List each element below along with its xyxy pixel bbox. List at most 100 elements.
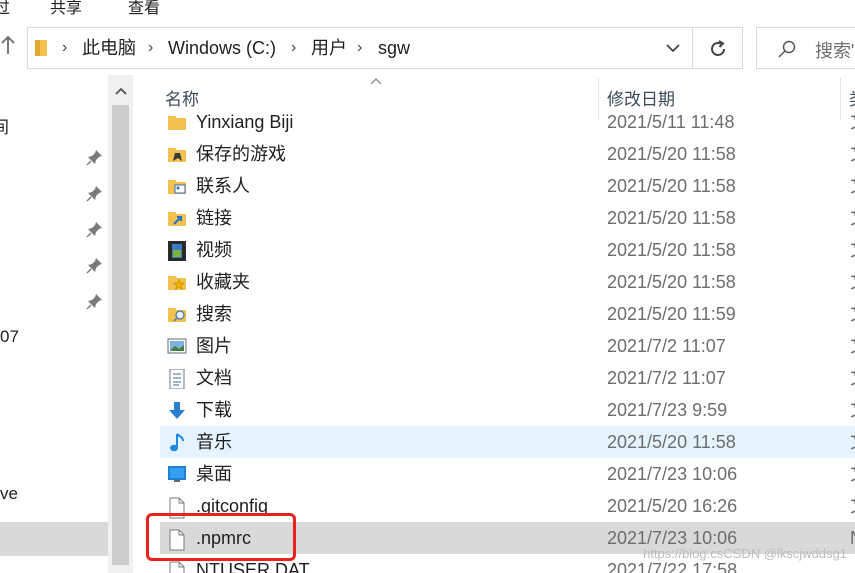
downloads-folder-icon (167, 401, 187, 419)
file-name: Yinxiang Biji (196, 112, 294, 132)
file-date: 2021/5/20 11:58 (607, 272, 736, 292)
contacts-folder-icon (167, 177, 187, 195)
music-folder-icon (167, 433, 187, 452)
sort-ascending-icon (370, 74, 382, 88)
refresh-icon (708, 39, 728, 64)
pin-icon[interactable] (86, 292, 104, 310)
file-list: Yinxiang Biji 2021/5/11 11:48 文 保存的游戏 20… (160, 112, 855, 573)
file-date: 2021/7/23 10:06 (607, 464, 738, 484)
file-name: 视频 (196, 240, 232, 260)
file-name: 保存的游戏 (196, 144, 286, 164)
file-date: 2021/5/20 11:58 (607, 176, 736, 196)
file-date: 2021/5/20 11:58 (607, 432, 736, 452)
links-folder-icon (167, 209, 187, 227)
searches-folder-icon (167, 305, 187, 323)
breadcrumb-users[interactable]: 用户 (311, 28, 347, 68)
chevron-right-icon[interactable]: › (357, 28, 362, 68)
column-header-date[interactable]: 修改日期 (607, 85, 675, 115)
file-name: 联系人 (196, 176, 250, 196)
file-name: 收藏夹 (196, 272, 250, 292)
file-row[interactable]: 视频 2021/5/20 11:58 文 (160, 234, 855, 266)
file-row-hover[interactable]: 音乐 2021/5/20 11:58 文 (160, 426, 855, 458)
file-row[interactable]: 搜索 2021/5/20 11:59 文 (160, 298, 855, 330)
file-row[interactable]: 保存的游戏 2021/5/20 11:58 文 (160, 138, 855, 170)
search-box[interactable]: 搜索" (756, 27, 855, 69)
file-row[interactable]: 图片 2021/7/2 11:07 文 (160, 330, 855, 362)
file-type: 文 (850, 394, 855, 426)
file-name: 桌面 (196, 464, 232, 484)
chevron-right-icon[interactable]: › (148, 28, 153, 68)
file-row[interactable]: 下载 2021/7/23 9:59 文 (160, 394, 855, 426)
file-type: 文 (850, 426, 855, 458)
address-bar[interactable]: › 此电脑 › Windows (C:) › 用户 › sgw (27, 27, 693, 69)
file-type: 文 (850, 458, 855, 490)
file-type: 文 (850, 490, 855, 522)
file-name: 文档 (196, 368, 232, 388)
scroll-up-icon[interactable] (108, 79, 133, 104)
pin-icon[interactable] (86, 148, 104, 166)
pin-icon[interactable] (86, 184, 104, 202)
nav-item-label[interactable]: 间 (0, 113, 9, 138)
file-type: 文 (850, 112, 855, 138)
file-row[interactable]: 文档 2021/7/2 11:07 文 (160, 362, 855, 394)
file-row[interactable]: 联系人 2021/5/20 11:58 文 (160, 170, 855, 202)
breadcrumb-c-drive[interactable]: Windows (C:) (168, 28, 276, 68)
videos-folder-icon (167, 241, 187, 261)
watermark: https://blog.csCSDN @lkscjwddsg1 (643, 546, 847, 561)
scrollbar-thumb[interactable] (112, 105, 129, 565)
file-date: 2021/5/20 11:58 (607, 144, 736, 164)
desktop-folder-icon (167, 465, 187, 483)
folder-icon (34, 38, 48, 63)
refresh-button[interactable] (693, 27, 743, 69)
chevron-right-icon[interactable]: › (291, 28, 296, 68)
nav-item-label[interactable]: ve (0, 484, 18, 504)
pictures-folder-icon (167, 337, 187, 355)
file-type: 文 (850, 266, 855, 298)
file-date: 2021/5/20 16:26 (607, 496, 738, 516)
file-name: 链接 (196, 208, 232, 228)
file-name: 搜索 (196, 304, 232, 324)
ribbon-tab-partial[interactable]: 过 (0, 0, 10, 18)
pin-icon[interactable] (86, 220, 104, 238)
file-name: 音乐 (196, 432, 232, 452)
up-arrow-icon[interactable] (0, 34, 20, 64)
file-date: 2021/5/20 11:58 (607, 240, 736, 260)
nav-scrollbar[interactable] (108, 75, 133, 573)
file-row[interactable]: 桌面 2021/7/23 10:06 文 (160, 458, 855, 490)
file-type: 文 (850, 362, 855, 394)
column-header-name[interactable]: 名称 (165, 85, 199, 115)
file-type: 文 (850, 138, 855, 170)
file-date: 2021/5/20 11:58 (607, 208, 736, 228)
favorites-folder-icon (167, 273, 187, 291)
ribbon-tab-view[interactable]: 查看 (128, 0, 160, 18)
column-header-type[interactable]: 类 (849, 85, 855, 115)
chevron-down-icon[interactable] (665, 40, 681, 61)
ribbon-tab-share[interactable]: 共享 (50, 0, 82, 18)
file-date: 2021/5/11 11:48 (607, 112, 735, 132)
file-date: 2021/5/20 11:59 (607, 304, 736, 324)
file-name: 图片 (196, 336, 232, 356)
nav-item-label[interactable]: 07 (0, 327, 19, 347)
file-date: 2021/7/23 9:59 (607, 400, 728, 420)
file-icon (167, 561, 187, 573)
documents-folder-icon (167, 368, 187, 390)
file-type: 文 (850, 298, 855, 330)
breadcrumb-this-pc[interactable]: 此电脑 (82, 28, 136, 68)
ribbon-tabs: 过 共享 查看 (0, 0, 855, 18)
file-type: 文 (850, 170, 855, 202)
folder-icon (167, 113, 187, 131)
file-row[interactable]: Yinxiang Biji 2021/5/11 11:48 文 (160, 112, 855, 138)
search-icon (777, 39, 797, 64)
file-type: N (850, 522, 855, 554)
file-date: 2021/7/2 11:07 (607, 336, 726, 356)
file-row[interactable]: 链接 2021/5/20 11:58 文 (160, 202, 855, 234)
file-type: 文 (850, 234, 855, 266)
breadcrumb-sgw[interactable]: sgw (378, 28, 410, 68)
chevron-right-icon[interactable]: › (62, 28, 67, 68)
file-row[interactable]: 收藏夹 2021/5/20 11:58 文 (160, 266, 855, 298)
pin-icon[interactable] (86, 256, 104, 274)
nav-item-selected[interactable] (0, 522, 108, 556)
saved-games-folder-icon (167, 145, 187, 163)
highlight-box (146, 513, 296, 561)
search-placeholder: 搜索" (815, 41, 855, 61)
